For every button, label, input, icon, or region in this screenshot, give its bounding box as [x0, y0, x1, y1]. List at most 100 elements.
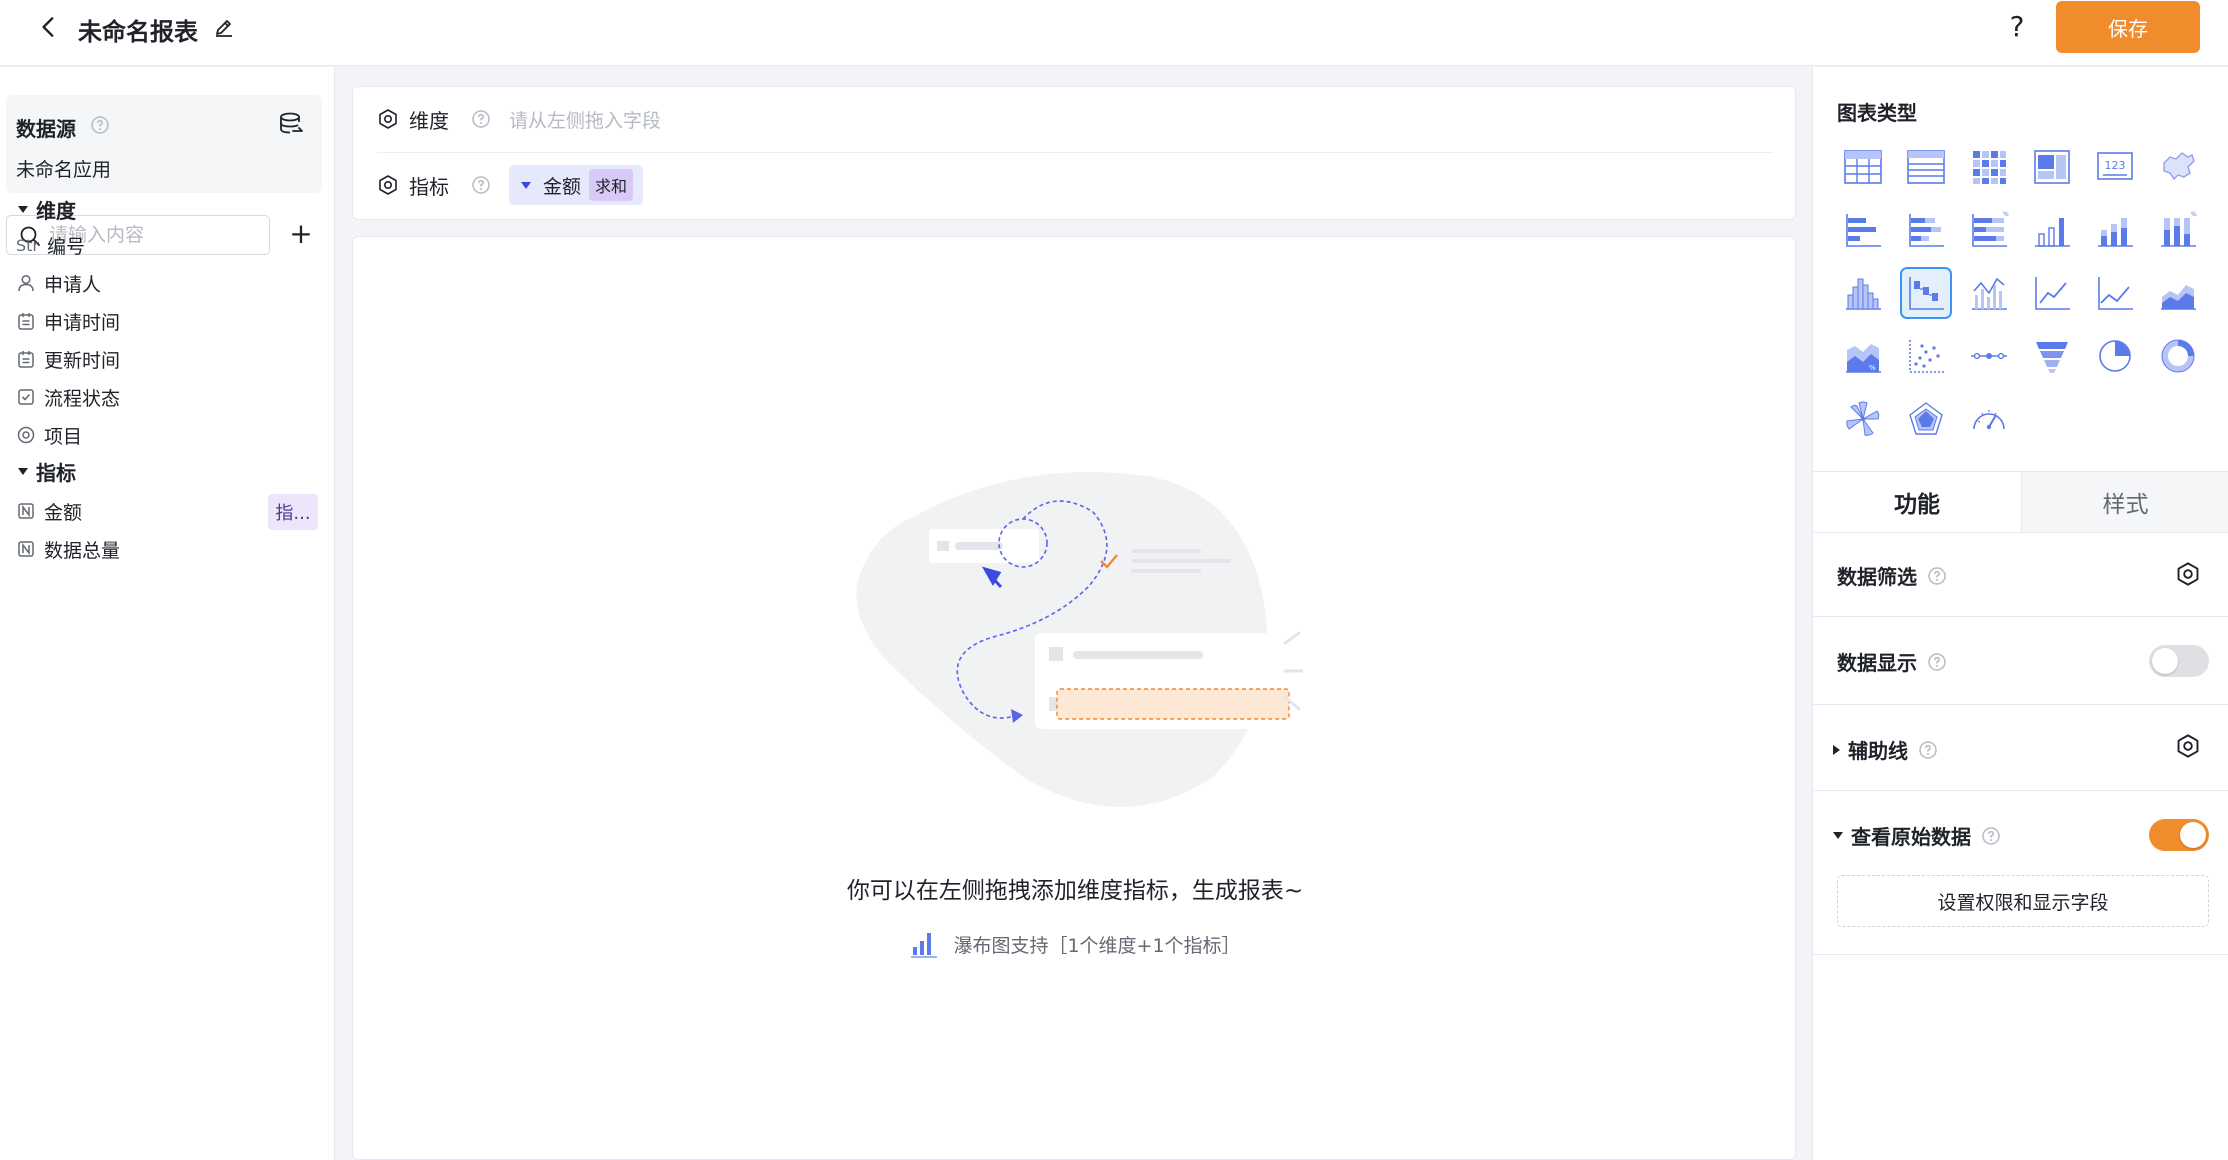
column-chart-icon[interactable]: [2026, 204, 2078, 256]
field-item-code[interactable]: Str 编号: [16, 229, 85, 261]
radio-icon: [17, 426, 35, 444]
datasource-title: 数据源: [16, 117, 76, 141]
help-circle-icon[interactable]: [1981, 826, 2001, 846]
view-raw-label-wrap[interactable]: 查看原始数据: [1833, 821, 2001, 850]
settings-hex-icon[interactable]: [2175, 561, 2201, 587]
dimension-group-label: 维度: [36, 199, 76, 223]
rose-chart-icon[interactable]: [1837, 393, 1889, 445]
empty-state-title: 你可以在左侧拖拽添加维度指标，生成报表~: [846, 878, 1304, 904]
stacked-bar-horizontal-icon[interactable]: [1900, 204, 1952, 256]
data-display-toggle[interactable]: [2149, 645, 2209, 677]
radar-chart-icon[interactable]: [1900, 393, 1952, 445]
bar-chart-icon: [911, 933, 938, 958]
field-item-applicant[interactable]: 申请人: [16, 267, 101, 299]
field-sidebar: 数据源 未命名应用 + 维度 Str 编号 申请人 申请时间 更新时间 流程状态…: [0, 67, 335, 1160]
add-field-button[interactable]: +: [286, 217, 316, 251]
config-panel: 维度 请从左侧拖入字段 指标 金额 求和: [352, 86, 1796, 220]
settings-hex-icon: [379, 109, 397, 129]
scatter-chart-icon[interactable]: [1900, 330, 1952, 382]
metric-group-label: 指标: [36, 461, 76, 485]
settings-hex-icon[interactable]: [2175, 733, 2201, 759]
help-circle-icon[interactable]: [1927, 566, 1947, 586]
metric-chip-amount[interactable]: 金额 求和: [509, 165, 644, 205]
set-permission-button[interactable]: 设置权限和显示字段: [1837, 875, 2209, 927]
checkbox-icon: [18, 389, 34, 405]
caret-right-icon: [1833, 744, 1840, 755]
tab-style[interactable]: 样式: [2021, 472, 2228, 532]
view-raw-toggle[interactable]: [2149, 819, 2209, 851]
option-view-raw: 查看原始数据: [1813, 791, 2228, 955]
save-button[interactable]: 保存: [2056, 1, 2200, 53]
histogram-icon[interactable]: [1837, 267, 1889, 319]
pivot-table-icon[interactable]: [1963, 141, 2015, 193]
map-chart-icon[interactable]: [2152, 141, 2204, 193]
help-button[interactable]: ?: [2000, 10, 2034, 43]
field-item-flow-status[interactable]: 流程状态: [16, 381, 120, 413]
option-data-display: 数据显示: [1813, 617, 2228, 705]
stacked-column-icon[interactable]: [2089, 204, 2141, 256]
data-display-label: 数据显示: [1837, 651, 1917, 675]
line-chart-icon[interactable]: [2026, 267, 2078, 319]
data-filter-label-wrap: 数据筛选: [1837, 561, 1947, 590]
percent-bar-horizontal-icon[interactable]: %: [1963, 204, 2015, 256]
toggle-knob: [2180, 822, 2206, 848]
field-item-apply-time[interactable]: 申请时间: [16, 305, 120, 337]
dimension-drop-row[interactable]: 维度 请从左侧拖入字段: [377, 99, 661, 139]
field-label: 数据总量: [44, 539, 121, 562]
option-aux-line: 辅助线: [1813, 705, 2228, 791]
svg-text:%: %: [2003, 211, 2009, 218]
dimension-group-toggle[interactable]: 维度: [18, 195, 76, 224]
pie-chart-icon[interactable]: [2089, 330, 2141, 382]
percent-area-icon[interactable]: %: [1837, 330, 1889, 382]
back-arrow-icon[interactable]: [36, 14, 62, 40]
chart-requirement-text: 瀑布图支持［1个维度+1个指标］: [953, 934, 1241, 957]
calendar-icon: [18, 351, 34, 368]
datasource-card: 数据源 未命名应用: [6, 95, 322, 193]
chart-canvas: 你可以在左侧拖拽添加维度指标，生成报表~ 瀑布图支持［1个维度+1个指标］: [352, 236, 1796, 1160]
combo-chart-icon[interactable]: [1963, 267, 2015, 319]
help-circle-icon[interactable]: [90, 115, 110, 135]
area-chart-icon[interactable]: [2152, 267, 2204, 319]
caret-down-icon: [521, 181, 531, 189]
field-label: 申请时间: [44, 311, 121, 334]
field-label: 项目: [44, 425, 83, 448]
calendar-icon: [18, 313, 34, 330]
area-line-icon[interactable]: [2089, 267, 2141, 319]
help-circle-icon[interactable]: [471, 175, 491, 195]
waterfall-chart-icon[interactable]: [1900, 267, 1952, 319]
timeline-icon[interactable]: [1963, 330, 2015, 382]
panel-tabs: 功能 样式: [1813, 471, 2228, 533]
metric-group-toggle[interactable]: 指标: [18, 457, 76, 486]
aggregation-badge: 求和: [589, 169, 634, 201]
report-title: 未命名报表: [78, 18, 198, 46]
table-chart-icon[interactable]: [1837, 141, 1889, 193]
database-switch-icon[interactable]: [278, 111, 304, 137]
user-icon: [18, 274, 34, 292]
help-circle-icon[interactable]: [471, 109, 491, 129]
dimension-label: 维度: [409, 108, 449, 133]
gauge-chart-icon[interactable]: [1963, 393, 2015, 445]
field-item-update-time[interactable]: 更新时间: [16, 343, 120, 375]
help-circle-icon[interactable]: [1927, 652, 1947, 672]
help-circle-icon[interactable]: [1918, 740, 1938, 760]
top-header: 未命名报表 ? 保存: [0, 0, 2228, 66]
funnel-chart-icon[interactable]: [2026, 330, 2078, 382]
divider: [377, 152, 1773, 153]
metric-drop-row[interactable]: 指标 金额 求和: [377, 165, 644, 205]
donut-chart-icon[interactable]: [2152, 330, 2204, 382]
detail-table-icon[interactable]: [1900, 141, 1952, 193]
tab-function[interactable]: 功能: [1813, 472, 2021, 532]
bar-horizontal-icon[interactable]: [1837, 204, 1889, 256]
field-item-amount[interactable]: 金额: [16, 495, 82, 527]
field-item-data-count[interactable]: 数据总量: [16, 533, 120, 565]
layout-chart-icon[interactable]: [2026, 141, 2078, 193]
percent-column-icon[interactable]: %: [2152, 204, 2204, 256]
field-item-project[interactable]: 项目: [16, 419, 82, 451]
kpi-number-icon[interactable]: 123: [2089, 141, 2141, 193]
aux-line-label-wrap[interactable]: 辅助线: [1833, 735, 1938, 764]
metric-label: 指标: [409, 174, 449, 199]
edit-pencil-icon[interactable]: [212, 15, 236, 39]
field-label: 流程状态: [44, 387, 121, 410]
settings-hex-icon: [379, 175, 397, 195]
field-label: 金额: [44, 501, 83, 524]
